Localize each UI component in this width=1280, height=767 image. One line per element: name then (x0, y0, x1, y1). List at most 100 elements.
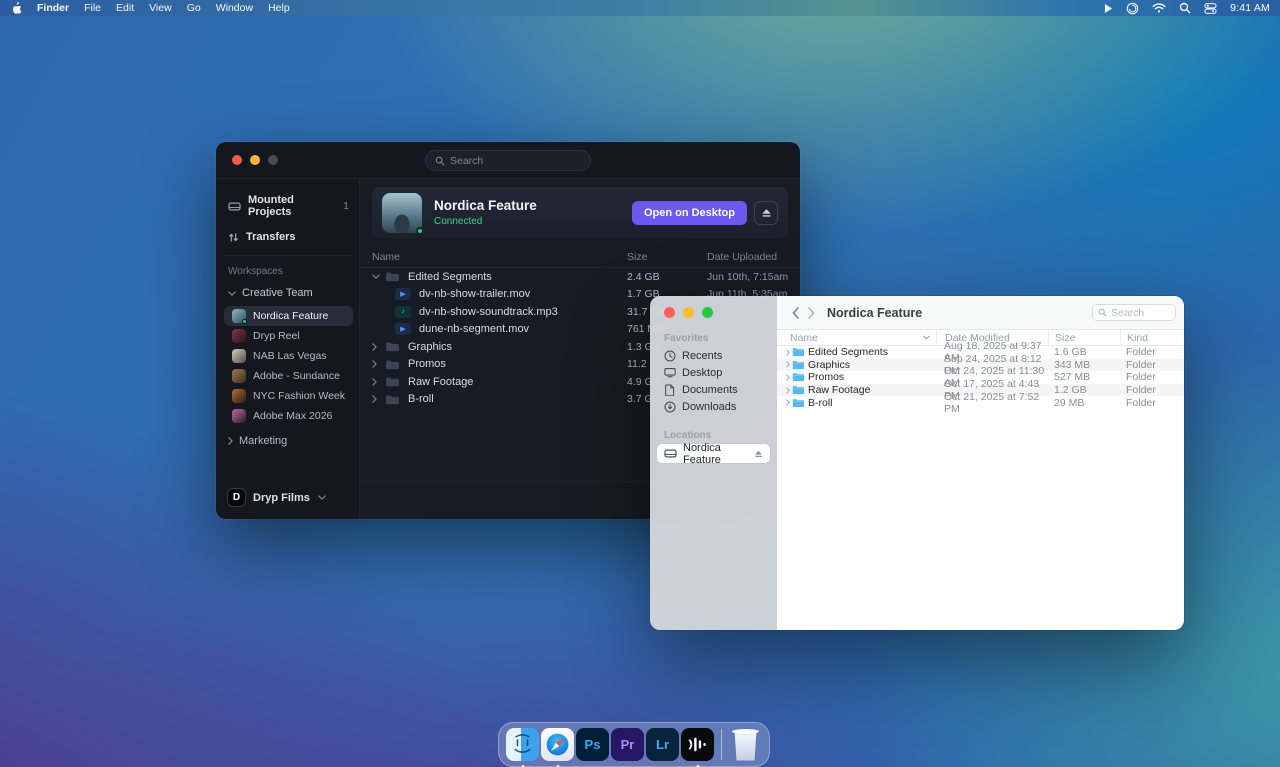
sidebar-item-nordica-feature[interactable]: Nordica Feature (657, 444, 770, 463)
app-titlebar[interactable]: Search (216, 142, 800, 179)
forward-button[interactable] (803, 303, 819, 323)
folder-icon (792, 372, 804, 382)
dock-lightroom[interactable]: Lr (646, 728, 679, 761)
menu-bar-status-icons (1104, 2, 1217, 15)
apple-logo-icon[interactable] (11, 2, 22, 15)
sidebar-item-recents[interactable]: Recents (650, 347, 777, 364)
close-button[interactable] (232, 155, 242, 165)
file-row-edited-segments[interactable]: Edited Segments 2.4 GB Jun 10th, 7:15am (360, 268, 800, 286)
sidebar-item-marketing[interactable]: Marketing (228, 435, 349, 447)
column-size[interactable]: Size (1048, 330, 1120, 345)
finder-window-controls (650, 307, 777, 318)
open-on-desktop-button[interactable]: Open on Desktop (632, 201, 747, 225)
sidebar-item-transfers[interactable]: Transfers (228, 231, 349, 243)
chevron-down-icon (318, 495, 326, 500)
menu-item-view[interactable]: View (149, 2, 172, 14)
finder-row-b-roll[interactable]: B-roll Oct 21, 2025 at 7:52 PM 29 MB Fol… (777, 396, 1184, 409)
marketing-label: Marketing (239, 435, 287, 447)
chevron-right-icon[interactable] (372, 343, 385, 351)
workspace-item-nab-las-vegas[interactable]: NAB Las Vegas (224, 346, 353, 366)
workspace-thumbnail (232, 309, 246, 323)
dock-trash[interactable] (729, 728, 762, 761)
folder-icon (792, 385, 804, 395)
workspace-item-adobe-max-2026[interactable]: Adobe Max 2026 (224, 406, 353, 426)
dock-dryp-audio[interactable] (681, 728, 714, 761)
menu-bar: Finder File Edit View Go Window Help 9:41 AM (0, 0, 1280, 16)
zoom-button[interactable] (702, 307, 713, 318)
sidebar-item-creative-team[interactable]: Creative Team (228, 287, 349, 299)
lightroom-tile-icon: Lr (646, 728, 679, 761)
video-file-icon: ▶ (395, 323, 411, 335)
menu-bar-clock[interactable]: 9:41 AM (1230, 2, 1270, 14)
chevron-right-icon[interactable] (786, 387, 790, 394)
file-name: B-roll (808, 397, 833, 409)
sidebar-item-documents[interactable]: Documents (650, 381, 777, 398)
menu-item-file[interactable]: File (84, 2, 101, 14)
file-name: B-roll (408, 393, 434, 405)
favorite-label: Downloads (682, 401, 736, 413)
back-button[interactable] (787, 303, 803, 323)
chevron-down-icon[interactable] (372, 274, 385, 279)
dock-premiere[interactable]: Pr (611, 728, 644, 761)
minimize-button[interactable] (250, 155, 260, 165)
photoshop-tile-icon: Ps (576, 728, 609, 761)
chevron-right-icon[interactable] (786, 349, 790, 356)
org-switcher[interactable]: D Dryp Films (228, 489, 326, 506)
menu-item-help[interactable]: Help (268, 2, 290, 14)
chevron-right-icon[interactable] (786, 361, 790, 368)
workspace-label: Adobe - Sundance (253, 370, 340, 382)
trash-can-icon (732, 729, 759, 761)
control-center-icon[interactable] (1204, 2, 1217, 15)
menu-item-go[interactable]: Go (187, 2, 201, 14)
search-icon (1098, 308, 1107, 317)
close-button[interactable] (664, 307, 675, 318)
app-search-input[interactable]: Search (425, 150, 591, 171)
favorites-list: Recents Desktop Documents Downloads (650, 347, 777, 415)
chevron-right-icon[interactable] (372, 378, 385, 386)
sidebar-item-desktop[interactable]: Desktop (650, 364, 777, 381)
desktop: Finder File Edit View Go Window Help 9:41 AM S… (0, 0, 1280, 767)
folder-icon (385, 271, 400, 282)
column-date-uploaded[interactable]: Date Uploaded (707, 251, 800, 263)
play-icon[interactable] (1104, 3, 1113, 14)
menu-bar-left: Finder File Edit View Go Window Help (0, 2, 290, 15)
sidebar-item-mounted-projects[interactable]: Mounted Projects 1 (228, 194, 349, 218)
file-name: Promos (808, 371, 844, 383)
menu-item-window[interactable]: Window (216, 2, 253, 14)
eject-button[interactable] (754, 201, 778, 225)
workspace-thumbnail (232, 349, 246, 363)
column-name[interactable]: Name (372, 251, 627, 263)
dock-photoshop[interactable]: Ps (576, 728, 609, 761)
menu-item-edit[interactable]: Edit (116, 2, 134, 14)
chevron-right-icon[interactable] (786, 399, 790, 406)
date-modified: Oct 21, 2025 at 7:52 PM (936, 391, 1048, 415)
workspace-item-dryp-reel[interactable]: Dryp Reel (224, 326, 353, 346)
workspace-thumbnail (232, 329, 246, 343)
file-kind: Folder (1120, 359, 1184, 371)
column-kind[interactable]: Kind (1120, 330, 1184, 345)
eject-icon[interactable] (754, 450, 763, 458)
finder-search-input[interactable]: Search (1092, 304, 1176, 321)
sidebar-item-downloads[interactable]: Downloads (650, 398, 777, 415)
file-date-uploaded: Jun 10th, 7:15am (707, 271, 800, 283)
workspace-list: Nordica Feature Dryp Reel NAB Las Vegas … (228, 306, 349, 426)
workspace-item-nyc-fashion-week[interactable]: NYC Fashion Week (224, 386, 353, 406)
dock-safari[interactable] (541, 728, 574, 761)
app-window-controls (232, 155, 278, 165)
search-icon[interactable] (1179, 2, 1191, 14)
chevron-right-icon[interactable] (372, 395, 385, 403)
menu-item-finder[interactable]: Finder (37, 2, 69, 14)
workspace-item-nordica-feature[interactable]: Nordica Feature (224, 306, 353, 326)
swirl-icon[interactable] (1126, 2, 1139, 15)
column-name[interactable]: Name (777, 330, 936, 345)
file-kind: Folder (1120, 346, 1184, 358)
file-size: 29 MB (1048, 397, 1120, 409)
file-name: Raw Footage (408, 376, 473, 388)
workspace-item-adobe-sundance[interactable]: Adobe - Sundance (224, 366, 353, 386)
minimize-button[interactable] (683, 307, 694, 318)
chevron-right-icon[interactable] (372, 360, 385, 368)
wifi-icon[interactable] (1152, 3, 1166, 13)
dock-finder[interactable] (506, 728, 539, 761)
column-size[interactable]: Size (627, 251, 707, 263)
chevron-right-icon[interactable] (786, 374, 790, 381)
